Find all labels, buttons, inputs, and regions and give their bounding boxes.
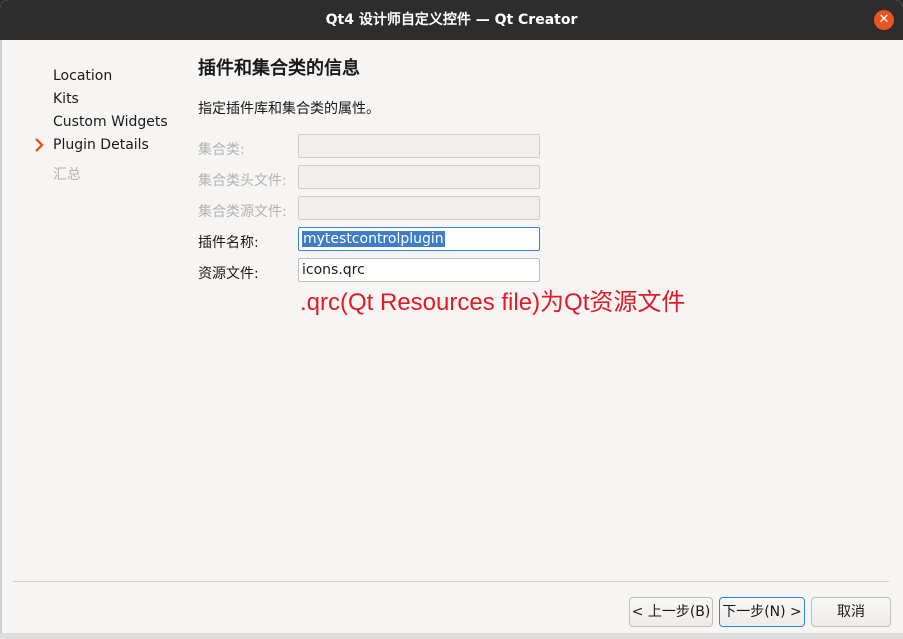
collection-class-label: 集合类: <box>198 142 245 158</box>
back-button[interactable]: < 上一步(B) <box>629 597 713 627</box>
resource-file-value: icons.qrc <box>302 262 365 278</box>
close-button[interactable]: ✕ <box>874 10 894 30</box>
nav-step-location: Location <box>53 68 113 84</box>
background-strip <box>0 633 903 639</box>
current-step-arrow-icon <box>35 138 44 152</box>
nav-step-summary: 汇总 <box>53 167 81 183</box>
page-title: 插件和集合类的信息 <box>198 58 360 79</box>
nav-step-custom-widgets: Custom Widgets <box>53 114 168 130</box>
close-icon: ✕ <box>878 12 890 27</box>
resource-file-label: 资源文件: <box>198 266 259 282</box>
annotation-text: .qrc(Qt Resources file)为Qt资源文件 <box>300 289 686 316</box>
title-bar[interactable]: Qt4 设计师自定义控件 — Qt Creator ✕ <box>0 0 903 40</box>
collection-class-input[interactable] <box>298 134 540 158</box>
plugin-name-value: mytestcontrolplugin <box>302 231 445 247</box>
plugin-name-label: 插件名称: <box>198 235 259 251</box>
cancel-button[interactable]: 取消 <box>811 597 891 627</box>
collection-header-input[interactable] <box>298 165 540 189</box>
next-button[interactable]: 下一步(N) > <box>719 597 805 627</box>
nav-step-plugin-details: Plugin Details <box>53 137 149 153</box>
plugin-name-input[interactable]: mytestcontrolplugin <box>298 227 540 251</box>
collection-header-label: 集合类头文件: <box>198 173 287 189</box>
wizard-window: Qt4 设计师自定义控件 — Qt Creator ✕ Location Kit… <box>0 0 903 639</box>
nav-step-kits: Kits <box>53 91 79 107</box>
collection-source-input[interactable] <box>298 196 540 220</box>
left-border <box>0 40 2 639</box>
page-description: 指定插件库和集合类的属性。 <box>198 101 380 117</box>
resource-file-input[interactable]: icons.qrc <box>298 258 540 282</box>
window-title: Qt4 设计师自定义控件 — Qt Creator <box>325 12 578 28</box>
button-separator <box>13 581 889 582</box>
collection-source-label: 集合类源文件: <box>198 204 287 220</box>
